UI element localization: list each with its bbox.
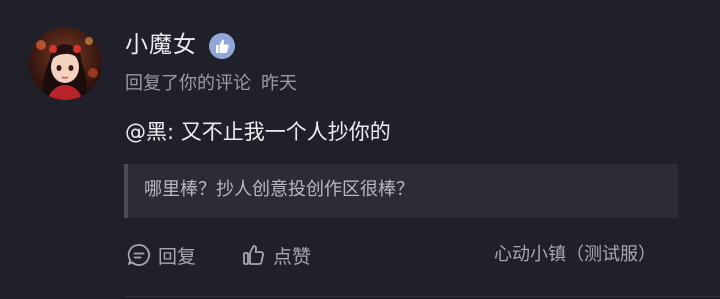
avatar[interactable] xyxy=(29,27,102,100)
like-button[interactable]: 点赞 xyxy=(241,241,311,269)
notification-meta: 回复了你的评论 昨天 xyxy=(125,71,297,97)
like-label: 点赞 xyxy=(273,245,312,268)
username[interactable]: 小魔女 xyxy=(125,30,197,60)
avatar-image xyxy=(29,27,102,100)
thumbs-up-icon xyxy=(243,245,264,265)
comment-text[interactable]: @黑: 又不止我一个人抄你的 xyxy=(125,117,391,147)
divider xyxy=(125,296,720,297)
timestamp: 昨天 xyxy=(261,73,297,94)
thumbs-up-badge-icon xyxy=(208,32,236,60)
comment-bubble-icon xyxy=(127,244,150,266)
action-text: 回复了你的评论 xyxy=(125,73,251,94)
quoted-comment[interactable]: 哪里棒？抄人创意投创作区很棒？ xyxy=(124,164,678,218)
reply-label: 回复 xyxy=(158,245,197,268)
source-game-label[interactable]: 心动小镇（测试服） xyxy=(494,242,656,268)
quoted-comment-text: 哪里棒？抄人创意投创作区很棒？ xyxy=(144,179,414,200)
reply-button[interactable]: 回复 xyxy=(126,241,196,269)
